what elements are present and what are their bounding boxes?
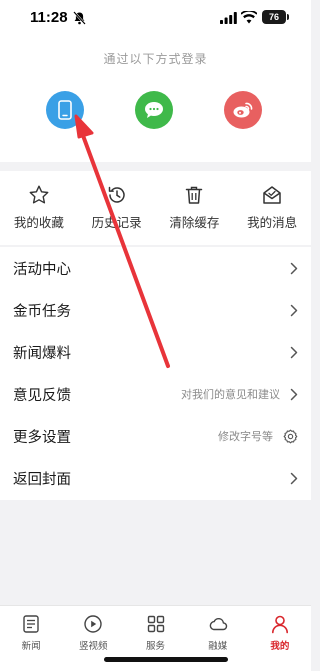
bell-mute-icon xyxy=(73,11,86,25)
star-icon xyxy=(29,185,49,204)
signal-icon xyxy=(220,12,237,24)
menu-item-hint: 修改字号等 xyxy=(218,430,273,443)
menu-item-news-tips[interactable]: 新闻爆料 xyxy=(0,331,311,373)
quick-actions: 我的收藏 历史记录 清除缓存 我的消息 xyxy=(0,171,311,245)
chevron-right-icon xyxy=(290,472,298,484)
menu-list: 活动中心 金币任务 新闻爆料 意见反馈 对我们的意见和建议 更多设置 修改字号等… xyxy=(0,247,311,500)
favorites-button[interactable]: 我的收藏 xyxy=(0,171,78,245)
battery-indicator: 76 xyxy=(262,10,286,24)
chevron-right-icon xyxy=(290,262,298,274)
menu-item-label: 活动中心 xyxy=(13,261,71,278)
menu-item-label: 返回封面 xyxy=(13,471,71,488)
battery-tip xyxy=(287,14,289,20)
trash-icon xyxy=(186,186,203,204)
menu-item-feedback[interactable]: 意见反馈 对我们的意见和建议 xyxy=(0,373,311,415)
status-bar: 11:28 76 xyxy=(0,0,311,36)
clear-cache-button[interactable]: 清除缓存 xyxy=(156,171,234,245)
history-button[interactable]: 历史记录 xyxy=(78,171,156,245)
chevron-right-icon xyxy=(290,346,298,358)
phone-icon xyxy=(58,100,72,120)
chevron-right-icon xyxy=(290,388,298,400)
menu-item-activity-center[interactable]: 活动中心 xyxy=(0,247,311,289)
play-icon xyxy=(84,615,102,633)
menu-item-label: 意见反馈 xyxy=(13,387,71,404)
wifi-icon xyxy=(241,11,257,24)
status-time: 11:28 xyxy=(30,9,68,26)
clear-cache-label: 清除缓存 xyxy=(169,215,220,230)
menu-item-label: 更多设置 xyxy=(13,429,71,446)
tab-mine[interactable]: 我的 xyxy=(249,606,311,671)
history-label: 历史记录 xyxy=(91,215,142,230)
messages-button[interactable]: 我的消息 xyxy=(233,171,311,245)
tab-label: 融媒 xyxy=(208,641,228,652)
menu-item-more-settings[interactable]: 更多设置 修改字号等 xyxy=(0,415,311,457)
gear-icon xyxy=(283,429,298,443)
messages-label: 我的消息 xyxy=(247,215,298,230)
menu-item-label: 新闻爆料 xyxy=(13,345,71,362)
menu-item-coin-tasks[interactable]: 金币任务 xyxy=(0,289,311,331)
weibo-login-button[interactable] xyxy=(224,91,262,129)
phone-login-button[interactable] xyxy=(46,91,84,129)
tab-label: 服务 xyxy=(146,641,166,652)
news-icon xyxy=(23,615,39,633)
tab-label: 新闻 xyxy=(21,641,41,652)
weibo-icon xyxy=(233,102,253,118)
favorites-label: 我的收藏 xyxy=(13,215,64,230)
tab-news[interactable]: 新闻 xyxy=(0,606,62,671)
menu-item-label: 金币任务 xyxy=(13,303,71,320)
history-icon xyxy=(108,186,125,203)
person-icon xyxy=(271,615,288,634)
menu-item-hint: 对我们的意见和建议 xyxy=(181,388,280,401)
tab-label: 竖视频 xyxy=(79,641,108,652)
cloud-icon xyxy=(209,617,227,631)
wechat-icon xyxy=(145,102,163,118)
tab-label: 我的 xyxy=(270,641,290,652)
chevron-right-icon xyxy=(290,304,298,316)
menu-item-return-cover[interactable]: 返回封面 xyxy=(0,457,311,499)
grid-icon xyxy=(147,615,164,633)
login-title: 通过以下方式登录 xyxy=(103,52,208,66)
home-indicator xyxy=(104,657,228,662)
login-section: 通过以下方式登录 xyxy=(0,36,311,162)
wechat-login-button[interactable] xyxy=(135,91,173,129)
message-icon xyxy=(263,186,281,204)
